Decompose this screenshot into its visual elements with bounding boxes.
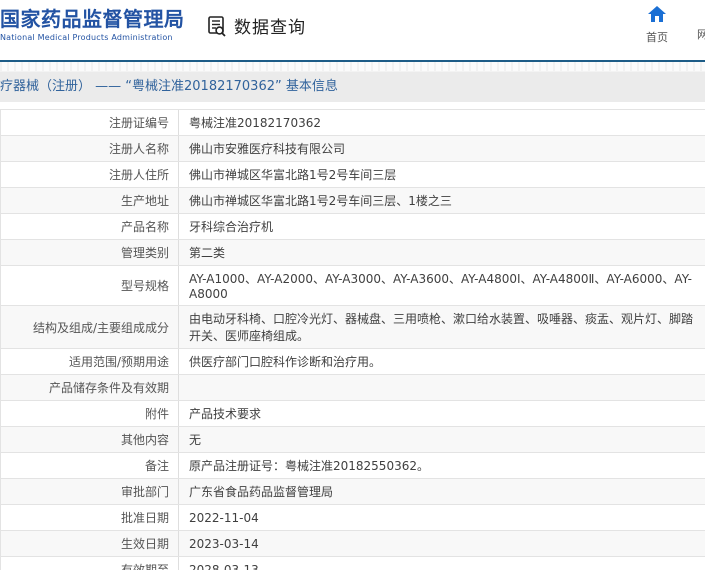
row-value: 佛山市禅城区华富北路1号2号车间三层: [189, 168, 397, 182]
row-label: 批准日期: [0, 505, 179, 530]
site-header: 国家药品监督管理局 National Medical Products Admi…: [0, 0, 705, 60]
row-label-text: 审批部门: [120, 485, 169, 499]
row-label: 注册人住所: [0, 162, 179, 187]
logo-title: 国家药品监督管理局: [0, 7, 185, 31]
row-label-text: 型号规格: [120, 279, 169, 293]
row-label: 生产地址: [0, 188, 179, 213]
row-label: 型号规格: [0, 266, 179, 305]
table-row: 注册人住所 佛山市禅城区华富北路1号2号车间三层: [0, 162, 705, 188]
table-row: 管理类别 第二类: [0, 240, 705, 266]
row-value: 由电动牙科椅、口腔冷光灯、器械盘、三用喷枪、漱口给水装置、吸唾器、痰盂、观片灯、…: [189, 312, 694, 343]
home-icon: [648, 6, 666, 22]
row-value: 佛山市安雅医疗科技有限公司: [189, 142, 346, 156]
row-label: 管理类别: [0, 240, 179, 265]
row-label: 产品储存条件及有效期: [0, 375, 179, 400]
row-label: 结构及组成/主要组成成分: [0, 306, 179, 348]
row-value: 供医疗部门口腔科作诊断和治疗用。: [189, 355, 382, 369]
table-row: 批准日期 2022-11-04: [0, 505, 705, 531]
nmpa-logo: 国家药品监督管理局 National Medical Products Admi…: [0, 7, 185, 42]
row-label: 注册证编号: [0, 110, 179, 135]
row-value: 原产品注册证号：粤械注准20182550362。: [189, 459, 429, 473]
row-label: 产品名称: [0, 214, 179, 239]
row-label-text: 产品名称: [120, 220, 169, 234]
row-label-text: 注册证编号: [108, 116, 169, 130]
table-row: 注册人名称 佛山市安雅医疗科技有限公司: [0, 136, 705, 162]
row-value: 无: [189, 433, 202, 447]
table-row: 生效日期 2023-03-14: [0, 531, 705, 557]
row-label-text: 生产地址: [120, 194, 169, 208]
info-table: 注册证编号 粤械注准20182170362 注册人名称 佛山市安雅医疗科技有限公司 注册…: [0, 109, 705, 570]
data-query-icon: [205, 14, 229, 38]
table-row: 产品名称 牙科综合治疗机: [0, 214, 705, 240]
row-value: 产品技术要求: [189, 407, 262, 421]
row-label-text: 附件: [144, 407, 169, 421]
table-row: 型号规格 AY-A1000、AY-A2000、AY-A3000、AY-A3600、…: [0, 266, 705, 306]
row-value: 2022-11-04: [189, 510, 259, 525]
data-query-section: 数据查询: [205, 13, 306, 38]
row-label-text: 生效日期: [120, 537, 169, 551]
logo-subtitle: National Medical Products Administration: [0, 33, 173, 42]
row-label: 生效日期: [0, 531, 179, 556]
row-value: 第二类: [189, 246, 226, 260]
row-value: 佛山市禅城区华富北路1号2号车间三层、1楼之三: [189, 194, 452, 208]
row-label: 适用范围/预期用途: [0, 349, 179, 374]
nav-item-partial[interactable]: 网: [697, 26, 705, 42]
row-value: 2023-03-14: [189, 536, 259, 551]
row-label-text: 其他内容: [120, 433, 169, 447]
row-value: AY-A1000、AY-A2000、AY-A3000、AY-A3600、AY-A…: [189, 272, 692, 301]
table-row: 有效期至 2028-03-13: [0, 557, 705, 570]
row-label: 附件: [0, 401, 179, 426]
row-label-text: 注册人名称: [108, 142, 169, 156]
row-label-text: 管理类别: [120, 246, 169, 260]
row-label: 其他内容: [0, 427, 179, 452]
row-value: 2028-03-13: [189, 562, 259, 570]
row-label-text: 结构及组成/主要组成成分: [32, 320, 169, 335]
page: { "header": { "logo": { "title": "国家药品监督…: [0, 0, 705, 570]
row-label-text: 批准日期: [120, 511, 169, 525]
table-row: 附件 产品技术要求: [0, 401, 705, 427]
table-row: 适用范围/预期用途 供医疗部门口腔科作诊断和治疗用。: [0, 349, 705, 375]
table-row: 其他内容 无: [0, 427, 705, 453]
table-row: 产品储存条件及有效期: [0, 375, 705, 401]
row-label-text: 适用范围/预期用途: [68, 355, 169, 369]
row-label-text: 注册人住所: [108, 168, 169, 182]
row-value: 广东省食品药品监督管理局: [189, 485, 334, 499]
row-value: [179, 375, 705, 400]
row-label: 备注: [0, 453, 179, 478]
nav-home[interactable]: 首页: [637, 6, 677, 45]
data-query-label: 数据查询: [234, 18, 306, 38]
row-value: 牙科综合治疗机: [189, 220, 274, 234]
row-label-text: 有效期至: [120, 563, 169, 570]
row-label: 注册人名称: [0, 136, 179, 161]
row-label-text: 产品储存条件及有效期: [48, 381, 169, 395]
row-label: 审批部门: [0, 479, 179, 504]
row-value: 粤械注准20182170362: [189, 116, 321, 130]
pattern-strip: [0, 62, 705, 72]
row-label: 有效期至: [0, 557, 179, 570]
table-row: 结构及组成/主要组成成分 由电动牙科椅、口腔冷光灯、器械盘、三用喷枪、漱口给水装置…: [0, 306, 705, 349]
table-row: 审批部门 广东省食品药品监督管理局: [0, 479, 705, 505]
breadcrumb: 疗器械（注册） —— “粤械注准20182170362” 基本信息: [0, 72, 705, 102]
row-label-text: 备注: [144, 459, 169, 473]
table-row: 注册证编号 粤械注准20182170362: [0, 110, 705, 136]
table-row: 生产地址 佛山市禅城区华富北路1号2号车间三层、1楼之三: [0, 188, 705, 214]
nav-home-label: 首页: [646, 31, 668, 44]
table-row: 备注 原产品注册证号：粤械注准20182550362。: [0, 453, 705, 479]
